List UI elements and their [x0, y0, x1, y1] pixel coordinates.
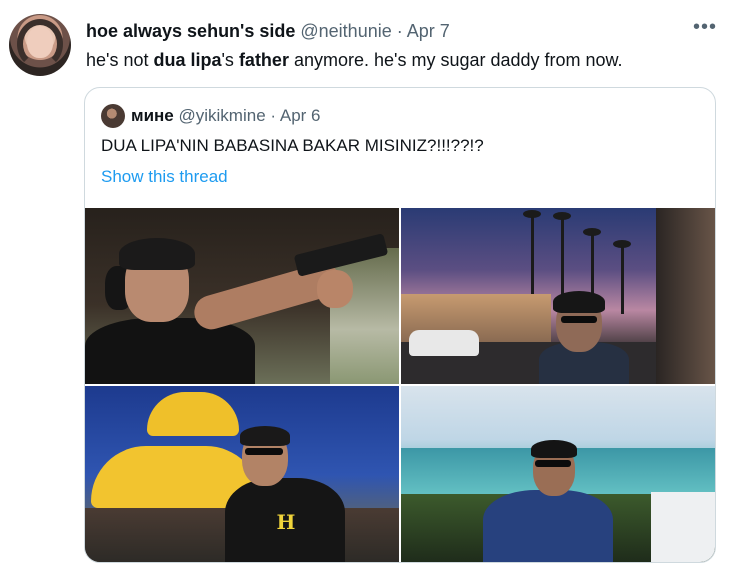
quoted-header: мине @yikikmine · Apr 6: [131, 105, 321, 127]
quoted-handle[interactable]: @yikikmine: [178, 106, 265, 125]
show-thread-link[interactable]: Show this thread: [101, 166, 228, 188]
photo-festival[interactable]: H: [85, 386, 399, 562]
sunglasses: [535, 460, 571, 467]
tweet-text: he's not dua lipa's father anymore. he's…: [86, 49, 623, 71]
palm-frond: [583, 228, 601, 236]
tweet-text-part: anymore. he's my sugar daddy from now.: [288, 50, 623, 70]
display-name[interactable]: hoe always sehun's side: [86, 21, 295, 41]
palm-trunk: [621, 244, 624, 314]
avatar-face: [27, 26, 53, 58]
user-handle[interactable]: @neithunie: [300, 21, 391, 41]
tweet-header: hoe always sehun's side @neithunie · Apr…: [86, 20, 450, 42]
tweet-text-part: he's not: [86, 50, 154, 70]
white-car: [409, 330, 479, 356]
tweet-text-part: 's: [221, 50, 239, 70]
tree-trunk: [656, 208, 715, 384]
tweet-text-bold: dua lipa: [153, 50, 222, 70]
more-options-icon[interactable]: •••: [693, 17, 717, 40]
sunglasses: [561, 316, 597, 323]
quoted-avatar[interactable]: [101, 104, 125, 128]
photo-hair: [553, 291, 605, 313]
photo-palm-street[interactable]: [401, 208, 715, 384]
photo-shooting-range[interactable]: [85, 208, 399, 384]
tweet-date[interactable]: Apr 7: [407, 21, 450, 41]
quoted-tweet[interactable]: мине @yikikmine · Apr 6 DUA LIPA'NIN BAB…: [84, 87, 716, 563]
hoodie-logo: H: [276, 510, 296, 534]
photo-hand: [317, 270, 353, 308]
palm-frond: [553, 212, 571, 220]
separator-dot: ·: [270, 106, 277, 125]
photo-background: [330, 248, 399, 384]
palm-frond: [523, 210, 541, 218]
tweet-text-bold: father: [238, 50, 289, 70]
photo-hair: [119, 238, 195, 270]
quoted-text: DUA LIPA'NIN BABASINA BAKAR MISINIZ?!!!?…: [101, 136, 484, 155]
media-grid: H: [85, 208, 715, 562]
photo-figure: [85, 318, 255, 384]
quoted-display-name[interactable]: мине: [131, 106, 174, 125]
avatar[interactable]: [9, 14, 71, 76]
photo-figure: [483, 490, 613, 562]
photo-hair: [531, 440, 577, 458]
yellow-umbrella-top: [147, 392, 239, 436]
separator-dot: ·: [396, 21, 403, 41]
photo-beach[interactable]: [401, 386, 715, 562]
sunglasses: [245, 448, 283, 455]
tweet: hoe always sehun's side @neithunie · Apr…: [0, 0, 729, 569]
photo-hair: [240, 426, 290, 446]
quoted-date[interactable]: Apr 6: [280, 106, 321, 125]
palm-frond: [613, 240, 631, 248]
white-wall: [651, 492, 715, 562]
